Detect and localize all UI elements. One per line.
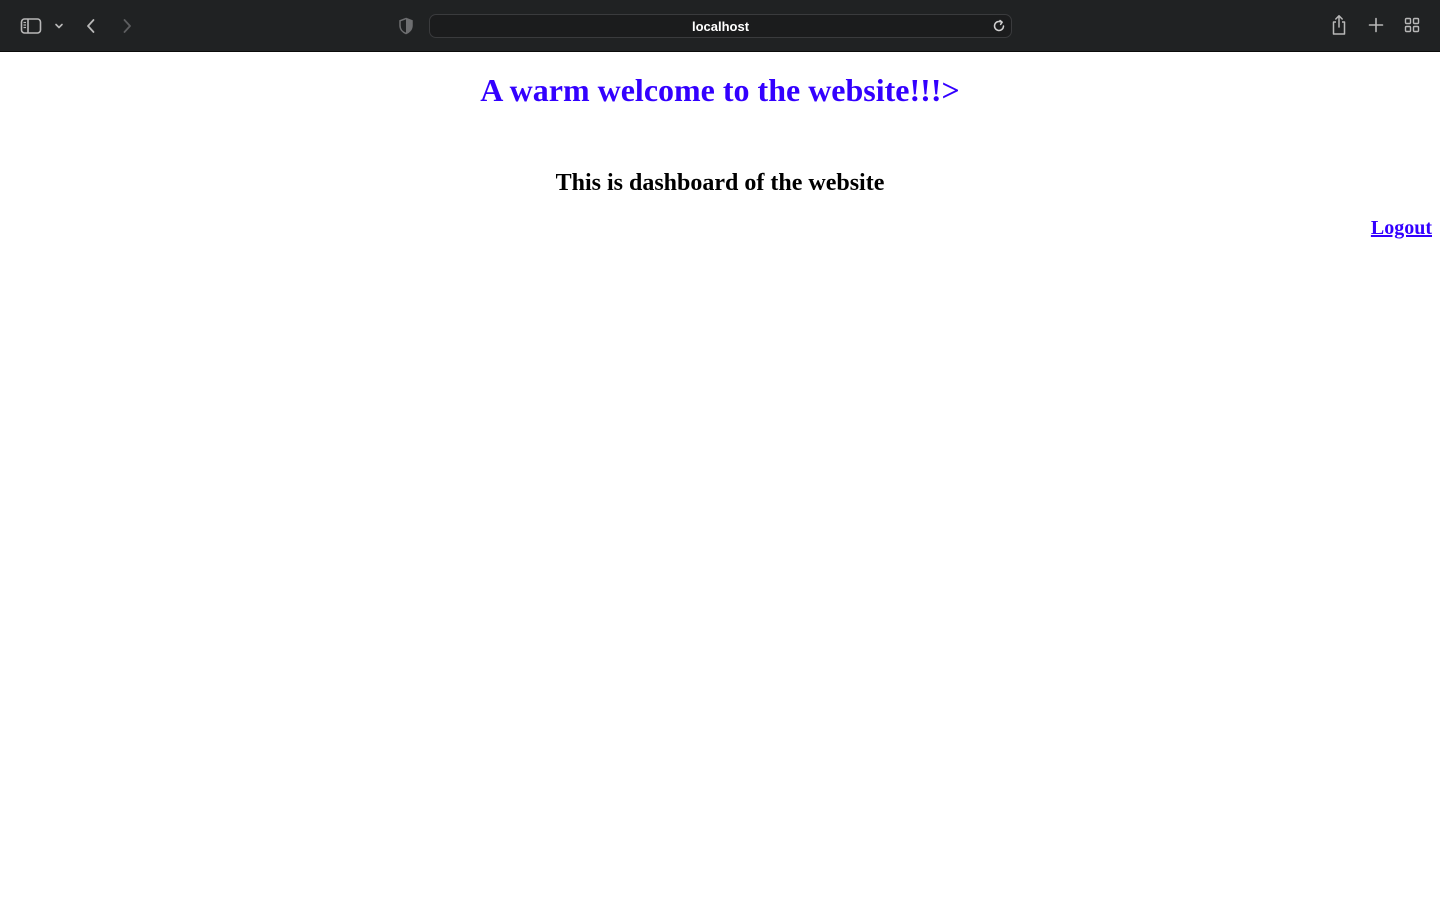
shield-icon bbox=[398, 17, 414, 35]
sidebar-icon bbox=[20, 17, 42, 35]
new-tab-button[interactable] bbox=[1365, 14, 1387, 36]
welcome-heading: A warm welcome to the website!!!> bbox=[480, 72, 960, 108]
address-url: localhost bbox=[691, 18, 750, 34]
browser-toolbar: localhost bbox=[0, 0, 1440, 52]
tab-overview-button[interactable] bbox=[1401, 14, 1423, 36]
chevron-right-icon bbox=[121, 17, 133, 35]
chevron-down-icon bbox=[54, 22, 64, 30]
sidebar-menu-button[interactable] bbox=[52, 18, 66, 34]
plus-icon bbox=[1368, 17, 1384, 33]
reload-icon bbox=[992, 19, 1006, 33]
share-button[interactable] bbox=[1328, 13, 1350, 37]
back-button[interactable] bbox=[80, 14, 102, 38]
forward-button[interactable] bbox=[116, 14, 138, 38]
page-content: A warm welcome to the website!!!> This i… bbox=[0, 53, 1440, 900]
logout-link[interactable]: Logout bbox=[1371, 217, 1432, 240]
address-bar[interactable]: localhost bbox=[429, 14, 1012, 38]
share-icon bbox=[1330, 14, 1348, 36]
sidebar-toggle-button[interactable] bbox=[18, 14, 44, 38]
chevron-left-icon bbox=[85, 17, 97, 35]
privacy-report-button[interactable] bbox=[395, 15, 417, 37]
dashboard-heading: This is dashboard of the website bbox=[555, 170, 885, 196]
tab-overview-icon bbox=[1404, 17, 1420, 33]
reload-button[interactable] bbox=[990, 17, 1008, 35]
